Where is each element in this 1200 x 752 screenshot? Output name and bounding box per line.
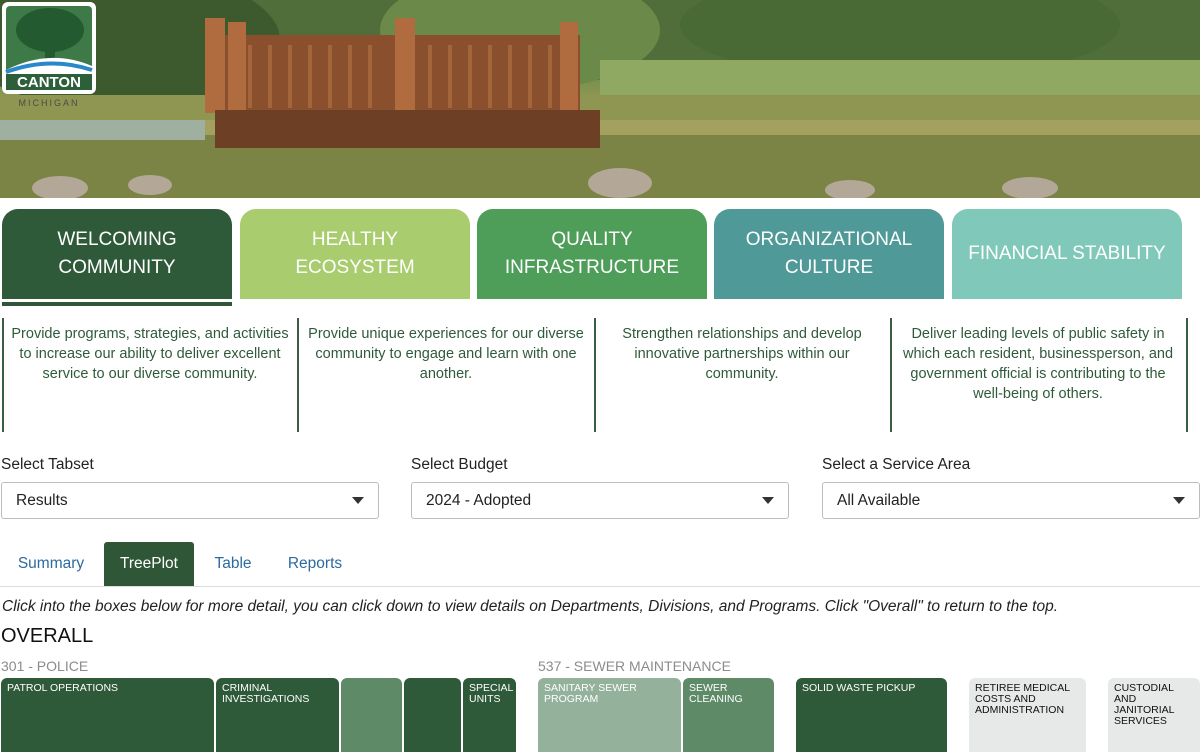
treemap-box-sewer-cleaning[interactable]: SEWER CLEANING	[683, 678, 774, 752]
canton-logo: CANTON MICHIGAN	[2, 2, 96, 108]
category-description: Provide unique experiences for our diver…	[308, 326, 584, 382]
category-label: QUALITY	[551, 229, 633, 250]
tabset-value: Results	[16, 491, 68, 509]
tab-table[interactable]: Table	[200, 542, 266, 586]
logo-subtitle: MICHIGAN	[19, 98, 80, 108]
category-label: COMMUNITY	[58, 257, 176, 278]
treemap-box-custodial-janitorial[interactable]: CUSTODIAL AND JANITORIAL SERVICES	[1108, 678, 1200, 752]
category-quality-infrastructure[interactable]: QUALITY INFRASTRUCTURE	[477, 209, 707, 299]
hero-banner: CANTON MICHIGAN	[0, 0, 1200, 198]
treemap-box-special-units[interactable]: SPECIAL UNITS	[463, 678, 516, 752]
service-area-label: Select a Service Area	[822, 456, 971, 473]
category-label: CULTURE	[784, 257, 874, 278]
treeplot-instructions: Click into the boxes below for more deta…	[2, 598, 1058, 615]
budget-label: Select Budget	[411, 456, 508, 473]
tab-treeplot[interactable]: TreePlot	[104, 542, 194, 586]
category-description: Provide programs, strategies, and activi…	[11, 326, 289, 382]
service-area-select[interactable]: All Available	[822, 482, 1200, 519]
treemap-box-criminal-investigations[interactable]: CRIMINAL INVESTIGATIONS	[216, 678, 339, 752]
treemap-group-label: 301 - POLICE	[1, 658, 89, 674]
treemap-group-label: 537 - SEWER MAINTENANCE	[538, 658, 731, 674]
budget-value: 2024 - Adopted	[426, 491, 532, 509]
tab-reports[interactable]: Reports	[272, 542, 358, 586]
caret-down-icon	[1173, 497, 1185, 504]
category-welcoming-community[interactable]: WELCOMING COMMUNITY	[2, 209, 232, 299]
treemap-box[interactable]	[341, 678, 402, 752]
category-label: FINANCIAL STABILITY	[968, 243, 1166, 264]
treemap-box-solid-waste-pickup[interactable]: SOLID WASTE PICKUP	[796, 678, 947, 752]
category-financial-stability[interactable]: FINANCIAL STABILITY	[952, 209, 1182, 299]
tabset-label: Select Tabset	[1, 456, 94, 473]
tab-summary[interactable]: Summary	[2, 542, 100, 586]
category-label: HEALTHY ECOSYSTEM	[295, 229, 415, 278]
category-label: WELCOMING	[57, 229, 177, 250]
caret-down-icon	[762, 497, 774, 504]
divider	[1186, 318, 1188, 432]
treemap-box-retiree-medical[interactable]: RETIREE MEDICAL COSTS AND ADMINISTRATION	[969, 678, 1086, 752]
active-category-underline	[2, 302, 232, 306]
treemap-box-patrol-operations[interactable]: PATROL OPERATIONS	[1, 678, 214, 752]
budget-select[interactable]: 2024 - Adopted	[411, 482, 789, 519]
category-label: INFRASTRUCTURE	[504, 257, 680, 278]
category-description: Deliver leading levels of public safety …	[902, 326, 1174, 402]
park-bridge-photo	[0, 0, 1200, 198]
overall-link[interactable]: OVERALL	[1, 625, 93, 648]
treemap-box-sanitary-sewer-program[interactable]: SANITARY SEWER PROGRAM	[538, 678, 681, 752]
category-description: Strengthen relationships and develop inn…	[622, 326, 862, 382]
service-area-value: All Available	[837, 491, 921, 509]
tabs-divider	[0, 586, 1200, 587]
category-healthy-ecosystem[interactable]: HEALTHY ECOSYSTEM	[240, 209, 470, 299]
category-organizational-culture[interactable]: ORGANIZATIONAL CULTURE	[714, 209, 944, 299]
caret-down-icon	[352, 497, 364, 504]
category-label: ORGANIZATIONAL	[745, 229, 913, 250]
treemap-box[interactable]	[404, 678, 461, 752]
tabset-select[interactable]: Results	[1, 482, 379, 519]
logo-name: CANTON	[17, 74, 81, 91]
